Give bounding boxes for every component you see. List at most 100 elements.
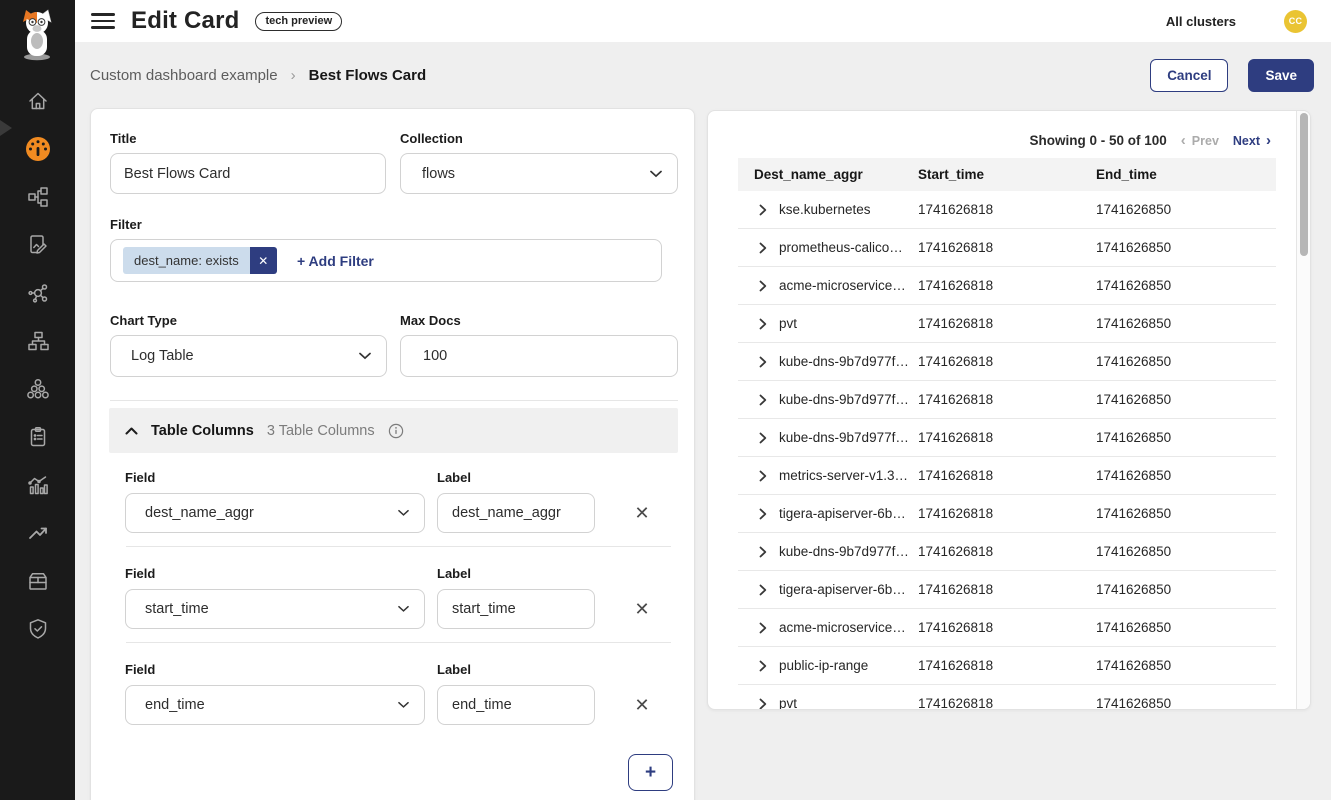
table-row[interactable]: tigera-apiserver-6b… 1741626818 17416268… (738, 495, 1276, 533)
label-label: Label (437, 662, 471, 677)
filter-chip-remove-icon[interactable]: ✕ (250, 247, 277, 274)
start-time-cell: 1741626818 (918, 240, 1096, 255)
expand-row-chevron-icon[interactable] (759, 698, 767, 710)
end-time-cell: 1741626850 (1096, 240, 1276, 255)
expand-row-chevron-icon[interactable] (759, 660, 767, 672)
expand-row-chevron-icon[interactable] (759, 584, 767, 596)
cancel-button[interactable]: Cancel (1150, 59, 1228, 92)
showing-text: Showing 0 - 50 of 100 (1030, 133, 1167, 148)
document-edit-icon[interactable] (0, 228, 75, 262)
start-time-cell: 1741626818 (918, 316, 1096, 331)
table-row[interactable]: kube-dns-9b7d977f… 1741626818 1741626850 (738, 343, 1276, 381)
max-docs-field-label: Max Docs (400, 313, 461, 328)
table-row[interactable]: kube-dns-9b7d977f… 1741626818 1741626850 (738, 381, 1276, 419)
end-time-cell: 1741626850 (1096, 430, 1276, 445)
column-header: Dest_name_aggr (754, 167, 918, 182)
column-label-input-1[interactable]: dest_name_aggr (437, 493, 595, 533)
collection-select[interactable]: flows (400, 153, 678, 194)
package-box-icon[interactable] (0, 564, 75, 598)
menu-toggle-icon[interactable] (91, 13, 115, 29)
expand-row-chevron-icon[interactable] (759, 318, 767, 330)
remove-column-icon-3[interactable]: ✕ (631, 694, 653, 716)
table-row[interactable]: pvt 1741626818 1741626850 (738, 685, 1276, 710)
network-graph-icon[interactable] (0, 180, 75, 214)
start-time-cell: 1741626818 (918, 392, 1096, 407)
table-row[interactable]: metrics-server-v1.3… 1741626818 17416268… (738, 457, 1276, 495)
expand-row-chevron-icon[interactable] (759, 242, 767, 254)
compliance-clipboard-icon[interactable] (0, 420, 75, 454)
topology-icon[interactable] (0, 324, 75, 358)
pagination: Showing 0 - 50 of 100 ‹ Prev Next › (738, 133, 1271, 148)
cluster-selector[interactable]: All clusters (1166, 14, 1236, 29)
dest-name-cell: kube-dns-9b7d977f… (779, 354, 909, 369)
table-row[interactable]: pvt 1741626818 1741626850 (738, 305, 1276, 343)
trend-arrow-icon[interactable] (0, 516, 75, 550)
table-row[interactable]: tigera-apiserver-6b… 1741626818 17416268… (738, 571, 1276, 609)
breadcrumb-parent[interactable]: Custom dashboard example (90, 67, 278, 84)
expand-row-chevron-icon[interactable] (759, 470, 767, 482)
row-divider (126, 642, 671, 643)
preview-panel: Showing 0 - 50 of 100 ‹ Prev Next › Dest… (707, 110, 1311, 710)
table-row[interactable]: acme-microservice… 1741626818 1741626850 (738, 609, 1276, 647)
expand-row-chevron-icon[interactable] (759, 546, 767, 558)
table-row[interactable]: public-ip-range 1741626818 1741626850 (738, 647, 1276, 685)
table-row[interactable]: kse.kubernetes 1741626818 1741626850 (738, 191, 1276, 229)
column-field-select-1[interactable]: dest_name_aggr (125, 493, 425, 533)
table-row[interactable]: kube-dns-9b7d977f… 1741626818 1741626850 (738, 419, 1276, 457)
column-label-input-3[interactable]: end_time (437, 685, 595, 725)
expand-row-chevron-icon[interactable] (759, 204, 767, 216)
column-field-select-2[interactable]: start_time (125, 589, 425, 629)
logs-chart-icon[interactable] (0, 468, 75, 502)
table-columns-header[interactable]: Table Columns 3 Table Columns (109, 408, 678, 453)
add-column-button[interactable]: + (628, 754, 673, 791)
service-graph-icon[interactable] (0, 276, 75, 310)
scrollbar-thumb[interactable] (1300, 113, 1308, 256)
expand-row-chevron-icon[interactable] (759, 356, 767, 368)
dest-name-cell: acme-microservice… (779, 278, 906, 293)
column-field-select-3[interactable]: end_time (125, 685, 425, 725)
dashboards-gauge-icon[interactable] (0, 132, 75, 166)
remove-column-icon-2[interactable]: ✕ (631, 598, 653, 620)
add-filter-link[interactable]: + Add Filter (297, 253, 374, 269)
end-time-cell: 1741626850 (1096, 468, 1276, 483)
tech-preview-badge: tech preview (255, 12, 342, 31)
expand-row-chevron-icon[interactable] (759, 508, 767, 520)
table-row[interactable]: prometheus-calico… 1741626818 1741626850 (738, 229, 1276, 267)
chevron-down-icon (398, 510, 409, 517)
chart-type-select[interactable]: Log Table (110, 335, 387, 377)
shield-check-icon[interactable] (0, 612, 75, 646)
chevron-down-icon (398, 702, 409, 709)
end-time-cell: 1741626850 (1096, 658, 1276, 673)
start-time-cell: 1741626818 (918, 354, 1096, 369)
home-icon[interactable] (0, 84, 75, 118)
info-icon[interactable] (388, 423, 404, 439)
save-button[interactable]: Save (1248, 59, 1314, 92)
max-docs-input[interactable]: 100 (400, 335, 678, 377)
expand-row-chevron-icon[interactable] (759, 394, 767, 406)
end-time-cell: 1741626850 (1096, 506, 1276, 521)
end-time-cell: 1741626850 (1096, 620, 1276, 635)
calico-cat-logo-icon[interactable] (17, 8, 57, 62)
start-time-cell: 1741626818 (918, 582, 1096, 597)
next-page-button[interactable]: Next › (1233, 133, 1271, 148)
table-columns-count: 3 Table Columns (267, 423, 375, 439)
dest-name-cell: metrics-server-v1.3… (779, 468, 908, 483)
table-row[interactable]: acme-microservice… 1741626818 1741626850 (738, 267, 1276, 305)
table-row[interactable]: kube-dns-9b7d977f… 1741626818 1741626850 (738, 533, 1276, 571)
remove-column-icon-1[interactable]: ✕ (631, 502, 653, 524)
filter-chip-label: dest_name: exists (123, 247, 250, 274)
chart-type-field-label: Chart Type (110, 313, 177, 328)
expand-row-chevron-icon[interactable] (759, 622, 767, 634)
field-label: Field (125, 566, 155, 581)
dest-name-cell: prometheus-calico… (779, 240, 903, 255)
expand-row-chevron-icon[interactable] (759, 280, 767, 292)
table-header-row: Dest_name_aggr Start_time End_time (738, 158, 1276, 191)
expand-row-chevron-icon[interactable] (759, 432, 767, 444)
filter-input[interactable]: dest_name: exists ✕ + Add Filter (110, 239, 662, 282)
title-input[interactable]: Best Flows Card (110, 153, 386, 194)
user-avatar[interactable]: CC (1284, 10, 1307, 33)
breadcrumb-current: Best Flows Card (309, 67, 427, 84)
column-label-input-2[interactable]: start_time (437, 589, 595, 629)
prev-page-button[interactable]: ‹ Prev (1181, 133, 1219, 148)
cluster-nodes-icon[interactable] (0, 372, 75, 406)
